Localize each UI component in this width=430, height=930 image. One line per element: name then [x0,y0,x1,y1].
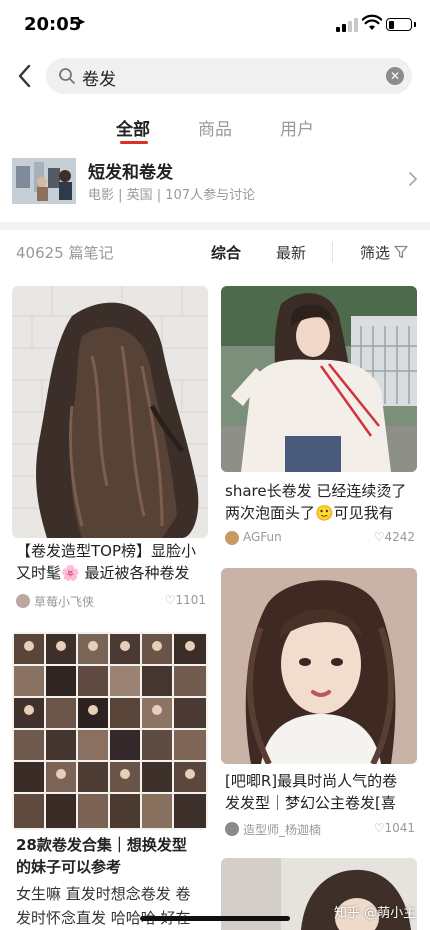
note-meta: 造型师_杨迦楠 ♡1041 [225,821,415,839]
author-name[interactable]: 造型师_杨迦楠 [243,821,321,838]
avatar[interactable] [225,822,239,836]
chevron-right-icon [409,172,418,186]
note-title: [吧唧R]最具时尚人气的卷 发发型｜梦幻公主卷发[喜 [225,770,419,814]
note-card[interactable]: share长卷发 已经连续烫了 两次泡面头了🙂可见我有 AGFun ♡4242 [221,286,417,552]
note-title-line: 【卷发造型TOP榜】显脸小 [16,542,197,560]
like-value: 1041 [384,821,415,835]
note-image [221,286,417,472]
cellular-signal-icon [336,18,358,32]
topic-title: 短发和卷发 [88,163,173,183]
filter-funnel-icon[interactable] [394,245,408,259]
status-bar: 20:05 ➤ [0,0,430,50]
note-image [221,568,417,764]
note-title-line: 两次泡面头了🙂可见我有 [225,504,394,522]
note-title-line: 28款卷发合集｜想换发型 [16,836,187,854]
search-icon [59,68,75,84]
note-card[interactable]: 【卷发造型TOP榜】显脸小 又时髦🌸 最近被各种卷发 草莓小飞侠 ♡1101 [12,286,208,616]
author-name[interactable]: AGFun [243,530,282,544]
tab-users[interactable]: 用户 [280,115,314,140]
note-description-line: 女生嘛 直发时想念卷发 卷 [16,885,191,903]
note-card[interactable]: [吧唧R]最具时尚人气的卷 发发型｜梦幻公主卷发[喜 造型师_杨迦楠 ♡1041 [221,568,417,840]
heart-icon: ♡ [373,821,385,835]
note-title-line: 发发型｜梦幻公主卷发[喜 [225,794,396,812]
filter-bar: 40625 篇笔记 综合 最新 筛选 [0,230,430,274]
note-image [12,632,208,830]
note-title: 28款卷发合集｜想换发型 的妹子可以参考 [16,834,210,878]
wifi-icon [362,14,382,30]
heart-icon: ♡ [164,593,176,607]
back-button[interactable] [14,62,36,90]
active-tab-indicator [120,141,148,144]
avatar[interactable] [225,531,239,545]
tab-products[interactable]: 商品 [198,115,232,140]
note-meta: 草莓小飞侠 ♡1101 [16,593,206,611]
tab-all[interactable]: 全部 [116,115,150,140]
like-count[interactable]: ♡1101 [165,593,206,607]
note-title-line: 的妹子可以参考 [16,858,122,876]
status-time: 20:05 [24,14,82,35]
note-title: 【卷发造型TOP榜】显脸小 又时髦🌸 最近被各种卷发 [16,540,210,584]
clear-search-button[interactable]: ✕ [386,67,404,85]
battery-icon [386,18,416,31]
home-indicator[interactable] [140,916,290,921]
note-count: 40625 篇笔记 [16,244,114,262]
search-input[interactable]: 卷发 ✕ [46,58,412,94]
note-meta: AGFun ♡4242 [225,530,415,548]
note-title-line: [吧唧R]最具时尚人气的卷 [225,772,398,790]
result-tabs: 全部 商品 用户 [0,110,430,150]
author-name[interactable]: 草莓小飞侠 [34,593,94,610]
filter-button[interactable]: 筛选 [360,242,390,263]
section-divider [0,222,430,230]
avatar[interactable] [16,594,30,608]
like-count[interactable]: ♡1041 [374,821,415,835]
note-description: 女生嘛 直发时想念卷发 卷 发时怀念直发 哈哈哈 好在 [16,882,210,930]
like-value: 1101 [175,593,206,607]
watermark: 知乎 @萌小主 [334,906,417,921]
like-count[interactable]: ♡4242 [374,530,415,544]
note-title-line: share长卷发 已经连续烫了 [225,482,407,500]
note-title: share长卷发 已经连续烫了 两次泡面头了🙂可见我有 [225,480,419,524]
filter-separator [332,242,333,262]
location-arrow-icon: ➤ [75,15,86,30]
topic-card[interactable]: 短发和卷发 电影 | 英国 | 107人参与讨论 [0,150,430,220]
note-image [12,286,208,538]
note-card[interactable]: 28款卷发合集｜想换发型 的妹子可以参考 女生嘛 直发时想念卷发 卷 发时怀念直… [12,632,210,927]
topic-thumbnail [12,152,76,210]
like-value: 4242 [384,530,415,544]
search-query: 卷发 [82,70,116,90]
sort-latest[interactable]: 最新 [276,242,306,263]
note-title-line: 又时髦🌸 最近被各种卷发 [16,564,190,582]
heart-icon: ♡ [373,530,385,544]
sort-comprehensive[interactable]: 综合 [211,242,241,263]
topic-subtitle: 电影 | 英国 | 107人参与讨论 [88,188,256,203]
